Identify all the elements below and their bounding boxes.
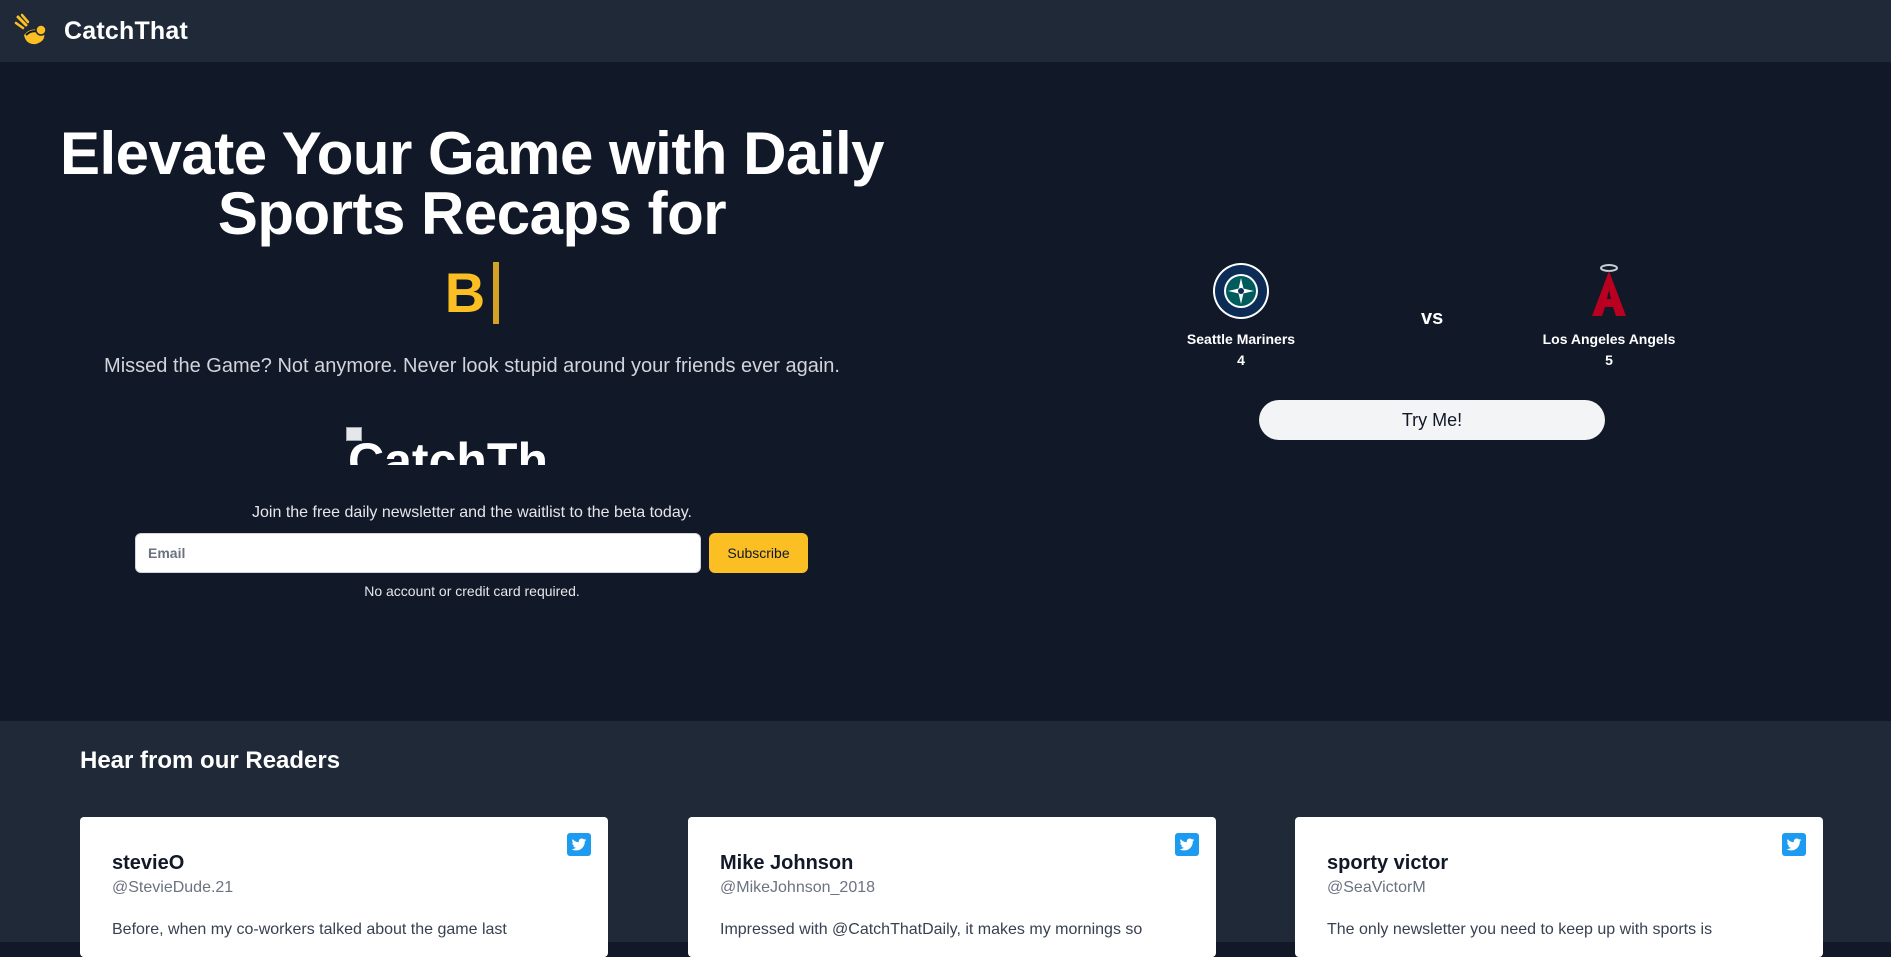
hero-headline: Elevate Your Game with Daily Sports Reca… — [59, 120, 885, 247]
team-away: Los Angeles Angels 5 — [1529, 262, 1689, 368]
testimonial-card: sporty victor @SeaVictorM The only newsl… — [1295, 817, 1823, 957]
card-name: stevieO — [112, 852, 185, 874]
card-handle[interactable]: @StevieDude.21 — [112, 879, 576, 897]
readers-title: Hear from our Readers — [80, 747, 341, 774]
typed-row: B — [0, 258, 944, 328]
brand-name[interactable]: CatchThat — [64, 17, 188, 46]
hero-left: Elevate Your Game with Daily Sports Reca… — [0, 62, 944, 721]
vs-label: vs — [1421, 307, 1444, 329]
card-text: Impressed with @CatchThatDaily, it makes… — [720, 921, 1143, 938]
twitter-icon[interactable] — [1782, 833, 1806, 856]
card-name: Mike Johnson — [720, 852, 854, 874]
card-handle[interactable]: @SeaVictorM — [1327, 879, 1791, 897]
email-input[interactable] — [135, 533, 701, 573]
twitter-icon[interactable] — [567, 833, 591, 856]
team-home: Seattle Mariners 4 — [1161, 262, 1321, 368]
card-name: sporty victor — [1327, 852, 1449, 874]
readers-section: Hear from our Readers stevieO @StevieDud… — [0, 721, 1891, 957]
hero-section: Elevate Your Game with Daily Sports Reca… — [0, 62, 1891, 721]
logo-alt-text: CatchTh — [348, 433, 548, 465]
twitter-icon[interactable] — [1175, 833, 1199, 856]
team-home-name: Seattle Mariners — [1186, 331, 1296, 347]
card-text: The only newsletter you need to keep up … — [1327, 921, 1713, 938]
card-text: Before, when my co-workers talked about … — [112, 921, 507, 938]
mariners-logo-icon — [1213, 263, 1269, 319]
no-card-note: No account or credit card required. — [364, 583, 580, 599]
testimonial-card: stevieO @StevieDude.21 Before, when my c… — [80, 817, 608, 957]
newsletter-text: Join the free daily newsletter and the w… — [252, 504, 692, 521]
typing-cursor — [493, 262, 500, 324]
team-away-name: Los Angeles Angels — [1542, 331, 1676, 347]
testimonial-card: Mike Johnson @MikeJohnson_2018 Impressed… — [688, 817, 1216, 957]
navbar: CatchThat — [0, 0, 1891, 62]
catchthat-logo-icon[interactable] — [14, 13, 50, 49]
card-handle[interactable]: @MikeJohnson_2018 — [720, 879, 1184, 897]
subscribe-button[interactable]: Subscribe — [709, 533, 808, 573]
broken-logo-image: CatchTh — [346, 427, 598, 465]
angels-logo-icon — [1592, 264, 1626, 316]
typed-text: B — [444, 261, 486, 324]
scoreboard: Seattle Mariners 4 vs Los Angeles Angels… — [1160, 262, 1700, 512]
team-away-score: 5 — [1605, 352, 1613, 368]
try-me-button[interactable]: Try Me! — [1259, 400, 1605, 440]
hero-tagline: Missed the Game? Not anymore. Never look… — [104, 355, 840, 377]
team-home-score: 4 — [1237, 352, 1245, 368]
